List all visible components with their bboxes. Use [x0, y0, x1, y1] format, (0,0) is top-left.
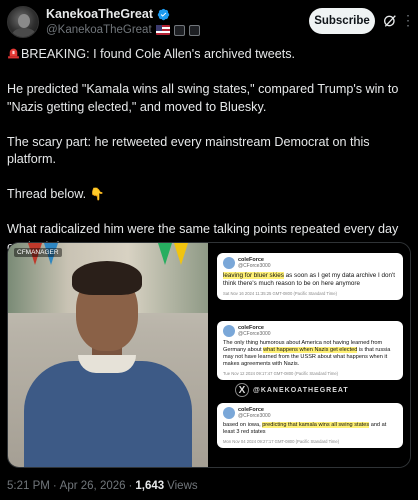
archived-tweet-card-2: coleForce @CForce3000 The only thing hum… [217, 321, 403, 380]
tweet-paragraph-4: Thread below. 👇 [7, 186, 411, 204]
archived-tweet-card-3: coleForce @CForce3000 based on iowa, pre… [217, 403, 403, 448]
card-highlight: leaving for bluer skies [223, 272, 284, 279]
card-body: The only thing humorous about America no… [223, 340, 397, 368]
card-meta: Sat Nov 16 2024 11:35:25 GMT-0800 (Pacif… [223, 291, 337, 296]
card-meta: Mon Nov 04 2024 09:27:17 GMT-0800 (Pacif… [223, 439, 340, 444]
author-name-row: KanekoaTheGreat [46, 7, 170, 21]
archived-tweet-card-1: coleForce @CForce3000 leaving for bluer … [217, 253, 403, 300]
tweet-footer: 5:21 PM · Apr 26, 2026 · 1,643 Views [7, 480, 198, 492]
card-pre: based on iowa, [223, 422, 263, 428]
card-highlight: what happens when Nazis get elected [263, 347, 358, 353]
tweet-paragraph-1-text: BREAKING: I found Cole Allen's archived … [21, 47, 295, 61]
tweet-paragraph-1: BREAKING: I found Cole Allen's archived … [7, 46, 411, 64]
footer-separator: · [128, 480, 133, 492]
subscribe-button[interactable]: Subscribe [309, 8, 375, 34]
card-avatar [223, 257, 235, 269]
watermark: X @KANEKOATHEGREAT [235, 383, 385, 397]
tweet-media[interactable]: CFMANAGER coleForce @CForce3000 leaving … [7, 242, 411, 468]
more-icon[interactable]: ⋮ [401, 13, 415, 29]
author-display-name[interactable]: KanekoaTheGreat [46, 7, 153, 21]
pointing-down-icon: 👇 [89, 187, 105, 201]
tweet-time[interactable]: 5:21 PM [7, 480, 50, 492]
x-logo-icon: X [235, 383, 249, 397]
grok-icon[interactable] [382, 13, 398, 29]
tweet-header: KanekoaTheGreat @KanekoaTheGreat Subscri… [7, 3, 415, 41]
views-count: 1,643 [135, 480, 165, 492]
photo-tag: CFMANAGER [14, 248, 62, 257]
tweet-paragraph-4-text: Thread below. [7, 187, 87, 201]
author-handle[interactable]: @KanekoaTheGreat [46, 24, 152, 36]
shield-badge-icon [188, 24, 200, 36]
author-handle-row: @KanekoaTheGreat [46, 24, 200, 36]
avatar[interactable] [7, 6, 39, 38]
card-body: leaving for bluer skies as soon as I get… [223, 272, 397, 288]
media-photo[interactable]: CFMANAGER [8, 243, 208, 467]
tweet-paragraph-3: The scary part: he retweeted every mains… [7, 134, 370, 167]
card-body: based on iowa, predicting that kamala wi… [223, 422, 397, 436]
card-handle: @CForce3000 [238, 331, 271, 337]
card-handle: @CForce3000 [238, 263, 271, 269]
verified-badge-icon [157, 8, 170, 20]
media-screenshots[interactable]: coleForce @CForce3000 leaving for bluer … [209, 243, 410, 467]
tweet-date[interactable]: Apr 26, 2026 [60, 480, 126, 492]
views-label: Views [167, 480, 198, 492]
tweet-paragraph-2: He predicted "Kamala wins all swing stat… [7, 82, 399, 114]
footer-separator: · [52, 480, 57, 492]
card-handle: @CForce3000 [238, 413, 271, 419]
card-meta: Tue Nov 12 2024 09:17:47 GMT-0800 (Pacif… [223, 371, 339, 376]
us-flag-icon [155, 25, 170, 35]
affiliate-badge-icon [173, 24, 185, 36]
card-avatar [223, 325, 235, 337]
card-avatar [223, 407, 235, 419]
tweet-text: BREAKING: I found Cole Allen's archived … [7, 46, 411, 274]
siren-icon [8, 48, 19, 59]
watermark-text: @KANEKOATHEGREAT [253, 386, 349, 394]
card-highlight: predicting that kamala wins all swing st… [262, 422, 370, 428]
